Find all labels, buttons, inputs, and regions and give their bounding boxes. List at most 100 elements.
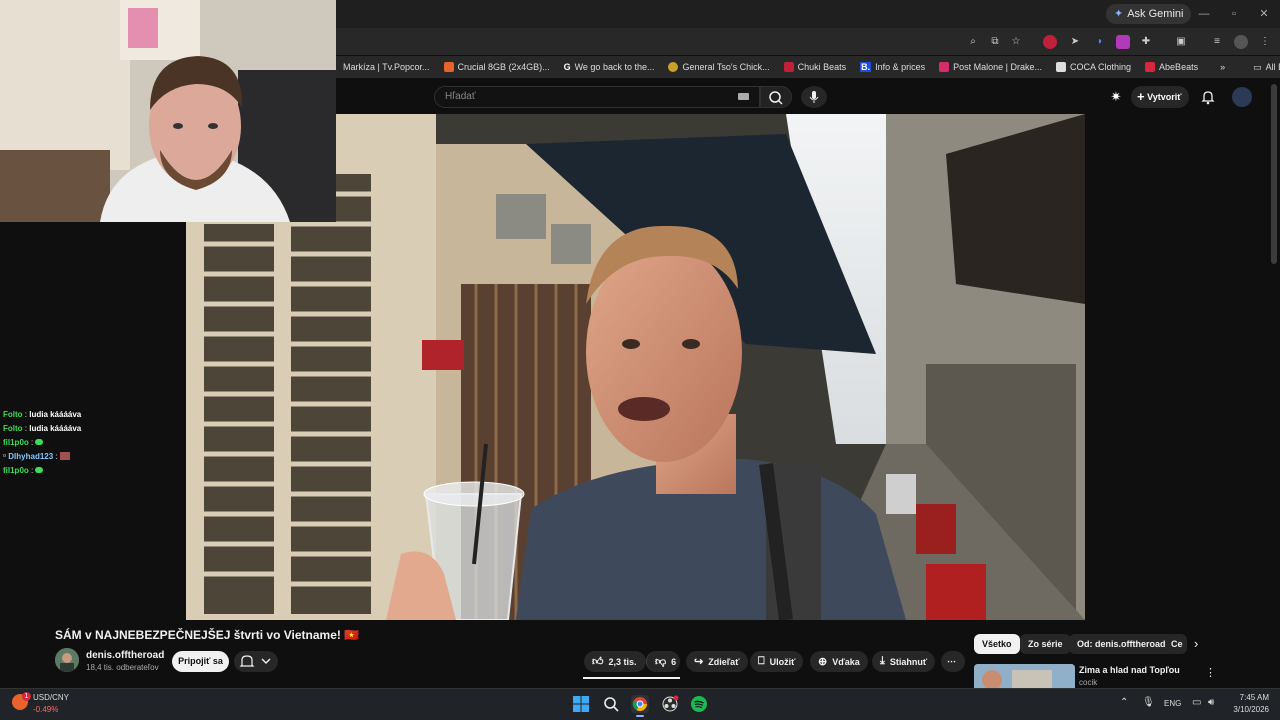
chip-series[interactable]: Zo série: [1020, 634, 1071, 654]
dislike-button[interactable]: 👎︎ 6: [646, 651, 680, 672]
chip-from-channel[interactable]: Od: denis.offtheroad: [1069, 634, 1174, 654]
search-button[interactable]: [760, 86, 792, 108]
ask-gemini-label: Ask Gemini: [1127, 8, 1184, 20]
bookmark-item[interactable]: Chuki Beats: [777, 62, 854, 72]
search-taskbar-icon[interactable]: [602, 695, 620, 713]
zoom-icon[interactable]: ⌕: [966, 35, 980, 49]
download-button[interactable]: ⤓ Stiahnuť: [872, 651, 936, 672]
ask-gemini-button[interactable]: ✦ Ask Gemini: [1106, 4, 1192, 24]
chat-message: Folto : ludia kááááva: [3, 410, 82, 419]
recommended-menu-icon[interactable]: ⋮: [1205, 666, 1216, 679]
voice-search-button[interactable]: [801, 86, 827, 108]
volume-icon[interactable]: 🔊︎: [1208, 697, 1214, 708]
bookmark-item[interactable]: Post Malone | Drake...: [932, 62, 1049, 72]
chip-partial[interactable]: Ce: [1165, 634, 1187, 654]
profile-avatar[interactable]: [1234, 35, 1248, 49]
keyboard-icon[interactable]: [738, 93, 749, 100]
account-avatar[interactable]: [1232, 87, 1252, 107]
chevron-up-icon[interactable]: ⌃: [1120, 697, 1128, 708]
create-button[interactable]: + Vytvoriť: [1131, 86, 1189, 108]
ticker-name[interactable]: USD/CNY: [33, 693, 69, 702]
chat-username: Folto: [3, 410, 23, 419]
bookmark-favicon: B.: [860, 62, 872, 72]
chrome-taskbar-icon[interactable]: [631, 695, 649, 713]
active-app-indicator: [636, 715, 644, 717]
search-icon: [769, 91, 783, 105]
all-bookmarks-item[interactable]: ▭All Bookmarks: [1246, 62, 1280, 73]
extension-blue-icon[interactable]: ◗: [1093, 35, 1107, 49]
recommended-channel[interactable]: cocik: [1079, 678, 1097, 687]
chat-message: fil1p0o :: [3, 464, 183, 478]
bookmark-item[interactable]: COCA Clothing: [1049, 62, 1138, 72]
share-button[interactable]: ↪ Zdieľať: [686, 651, 748, 672]
channel-avatar[interactable]: [55, 648, 79, 672]
obs-taskbar-icon[interactable]: [661, 695, 679, 713]
bookmark-item[interactable]: General Tso's Chick...: [661, 62, 776, 72]
close-icon[interactable]: ✕: [1256, 6, 1272, 22]
bookmark-favicon: [783, 62, 794, 72]
channel-name[interactable]: denis.offtheroad: [86, 650, 164, 661]
extension-purple-icon[interactable]: [1116, 35, 1130, 49]
mic-icon: [809, 91, 819, 103]
chat-username: Dlhyhad123: [8, 452, 54, 461]
chat-message: Folto : ludia kááááva: [3, 424, 82, 433]
emote-icon: [35, 439, 44, 445]
thumbs-down-icon: 👎︎: [655, 656, 667, 668]
media-controls-icon[interactable]: ≡: [1210, 35, 1224, 49]
bookmark-icon: ⎕: [758, 655, 765, 667]
bookmark-item[interactable]: B. Info & prices: [853, 62, 932, 72]
bookmark-item[interactable]: G We go back to the...: [557, 62, 662, 72]
extension-red-icon[interactable]: [1043, 35, 1057, 49]
clock-date[interactable]: 3/10/2026: [1227, 705, 1269, 714]
bookmark-item[interactable]: Markíza | Tv.Popcor...: [336, 62, 437, 72]
ticker-value: -0.49%: [33, 705, 59, 714]
chat-message: ᵒ Dlhyhad123 :: [3, 450, 183, 464]
join-button[interactable]: Pripojiť sa: [172, 651, 229, 672]
chat-text: ludia kááááva: [29, 410, 82, 419]
page-scrollbar[interactable]: [1271, 84, 1277, 264]
emote-icon: [35, 467, 44, 473]
network-icon[interactable]: ▭: [1192, 697, 1201, 708]
side-panel-icon[interactable]: ▣: [1174, 35, 1188, 49]
subscription-bell-button[interactable]: [234, 651, 278, 672]
bookmark-item[interactable]: Crucial 8GB (2x4GB)...: [437, 62, 557, 72]
minimize-icon[interactable]: —: [1196, 6, 1212, 22]
webcam-frame: [0, 0, 336, 222]
kebab-menu-icon[interactable]: ⋮: [1258, 35, 1272, 49]
windows-start-icon[interactable]: [572, 695, 590, 713]
spotify-taskbar-icon[interactable]: [690, 695, 708, 713]
like-bar: [583, 677, 680, 679]
save-button[interactable]: ⎕ Uložiť: [750, 651, 804, 672]
more-actions-icon[interactable]: ⋯: [941, 651, 965, 672]
create-studio-icon[interactable]: ✷: [1108, 89, 1124, 105]
extension-grey-icon[interactable]: ➤: [1068, 35, 1082, 49]
download-icon: ⤓: [880, 655, 885, 667]
chat-username: fil1p0o: [3, 438, 29, 447]
clock-time[interactable]: 7:45 AM: [1233, 693, 1269, 702]
thanks-button[interactable]: ⊕ Vďaka: [810, 651, 868, 672]
notifications-icon[interactable]: [1200, 89, 1216, 105]
like-button[interactable]: 👍︎ 2,3 tis.: [584, 651, 646, 672]
bookmark-star-icon[interactable]: ☆: [1009, 35, 1023, 49]
bookmark-favicon: [1145, 62, 1156, 72]
extensions-puzzle-icon[interactable]: ✚: [1139, 35, 1153, 49]
search-input[interactable]: Hľadať: [434, 86, 760, 108]
widget-badge: 1: [22, 692, 31, 701]
microphone-tray-icon[interactable]: 🎙︎: [1142, 697, 1155, 708]
bookmark-favicon: [443, 62, 454, 72]
chat-message: fil1p0o :: [3, 436, 183, 450]
maximize-icon[interactable]: ▫: [1226, 6, 1242, 22]
chip-all[interactable]: Všetko: [974, 634, 1020, 654]
plus-icon: +: [1137, 89, 1145, 104]
recommended-title[interactable]: Zima a hlad nad Topľou: [1079, 665, 1180, 675]
recommended-thumbnail[interactable]: [974, 664, 1075, 688]
language-indicator[interactable]: ENG: [1164, 699, 1181, 708]
chevron-right-icon[interactable]: ›: [1194, 636, 1208, 652]
install-app-icon[interactable]: ⧉: [988, 35, 1002, 49]
bookmarks-overflow-icon[interactable]: »: [1213, 62, 1232, 72]
thanks-icon: ⊕: [818, 656, 828, 668]
emote-icon: [59, 452, 70, 460]
share-icon: ↪: [694, 656, 704, 668]
bookmark-item[interactable]: AbeBeats: [1138, 62, 1205, 72]
gemini-icon: ✦: [1114, 8, 1124, 20]
